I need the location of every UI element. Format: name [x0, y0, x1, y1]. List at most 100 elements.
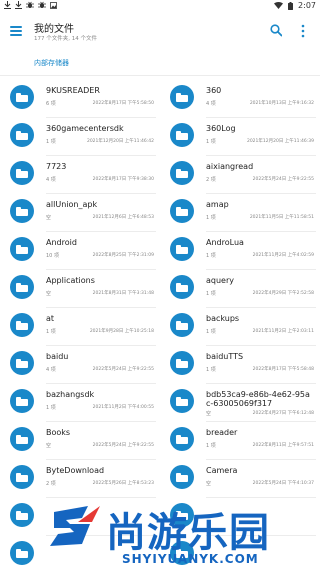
folder-icon: [10, 161, 34, 185]
file-modified-date: 2022年5月24日 上午9:22:55: [92, 443, 154, 448]
folder-icon: [10, 85, 34, 109]
download-icon: [15, 1, 22, 9]
file-item-count: 1 项: [206, 215, 216, 221]
file-name: aquery: [206, 276, 234, 285]
file-modified-date: 2021年11月2日 上午2:03:11: [252, 329, 314, 334]
file-modified-date: 2021年11月2日 下午4:00:55: [92, 405, 154, 410]
file-modified-date: 2021年9月28日 上午10:25:18: [89, 329, 154, 334]
file-item-count: 10 项: [46, 253, 59, 259]
app-bar: 我的文件 177 个文件夹, 14 个文件: [0, 12, 320, 52]
file-item[interactable]: ByteDownload 2 项 2022年5月26日 上午8:53:23: [0, 460, 160, 498]
file-item[interactable]: Applications 空 2021年8月31日 下午3:31:48: [0, 270, 160, 308]
status-notifications: [4, 1, 57, 9]
breadcrumb-internal-storage[interactable]: 内部存储器: [34, 58, 69, 68]
file-item-count: 1 项: [206, 329, 216, 335]
file-name: allUnion_apk: [46, 200, 98, 209]
file-modified-date: 2022年8月17日 下午5:58:48: [252, 367, 314, 372]
file-modified-date: 2021年10月13日 上午9:16:32: [249, 101, 314, 106]
file-item-count: 1 项: [206, 291, 216, 297]
download-icon: [4, 1, 11, 9]
battery-icon: [288, 1, 294, 10]
file-item[interactable]: Books 空 2022年5月24日 上午9:22:55: [0, 422, 160, 460]
file-name: bazhangsdk: [46, 390, 95, 399]
file-item[interactable]: aixiangread 2 项 2022年5月24日 上午9:22:55: [160, 156, 320, 194]
file-item-count: 空: [46, 215, 52, 221]
file-item[interactable]: 360 4 项 2021年10月13日 上午9:16:32: [160, 80, 320, 118]
folder-icon: [170, 161, 194, 185]
file-name: 7723: [46, 162, 67, 171]
file-name: AndroLua: [206, 238, 244, 247]
file-item[interactable]: bdb53ca9-e86b-4e62-95ac-63005069f317 空 202…: [160, 384, 320, 422]
file-modified-date: 2022年5月24日 下午4:10:37: [252, 481, 314, 486]
file-item-count: 1 项: [206, 443, 216, 449]
file-item[interactable]: bazhangsdk 1 项 2021年11月2日 下午4:00:55: [0, 384, 160, 422]
file-modified-date: 2021年12月20日 上午11:46:42: [86, 139, 154, 144]
watermark-title: 尚游乐园: [106, 510, 270, 556]
folder-icon: [10, 541, 34, 565]
folder-icon: [10, 351, 34, 375]
file-item[interactable]: amap 1 项 2021年11月5日 上午11:58:51: [160, 194, 320, 232]
status-bar: 2:07: [0, 0, 320, 12]
folder-icon: [170, 237, 194, 261]
file-item[interactable]: backups 1 项 2021年11月2日 上午2:03:11: [160, 308, 320, 346]
file-modified-date: 2022年4月29日 下午2:52:58: [252, 291, 314, 296]
file-item-count: 1 项: [206, 139, 216, 145]
file-item[interactable]: 360Log 1 项 2021年12月20日 上午11:46:39: [160, 118, 320, 156]
file-modified-date: 2021年11月5日 上午11:58:51: [249, 215, 314, 220]
file-name: Android: [46, 238, 77, 247]
file-item[interactable]: allUnion_apk 空 2021年12月6日 上午6:48:53: [0, 194, 160, 232]
file-item[interactable]: 9KUSREADER 6 项 2022年8月17日 下午5:58:50: [0, 80, 160, 118]
file-item[interactable]: breader 1 项 2022年8月11日 上午9:57:51: [160, 422, 320, 460]
file-name: aixiangread: [206, 162, 254, 171]
file-item-count: 空: [206, 481, 212, 487]
folder-icon: [170, 85, 194, 109]
file-item-count: 2 项: [206, 177, 216, 183]
file-modified-date: 2021年12月6日 上午6:48:53: [92, 215, 154, 220]
watermark-subtitle: SHYIYUANYK.COM: [122, 552, 259, 566]
search-icon[interactable]: [270, 24, 282, 38]
file-modified-date: 2022年8月17日 下午5:58:50: [92, 101, 154, 106]
file-modified-date: 2021年12月20日 上午11:46:39: [246, 139, 314, 144]
file-name: Books: [46, 428, 71, 437]
file-modified-date: 2022年5月24日 上午9:22:55: [252, 177, 314, 182]
folder-icon: [10, 275, 34, 299]
folder-icon: [170, 427, 194, 451]
file-name: at: [46, 314, 55, 323]
bug-icon: [26, 1, 34, 8]
file-item-count: 空: [46, 291, 52, 297]
folder-icon: [10, 503, 34, 527]
file-item[interactable]: at 1 项 2021年9月28日 上午10:25:18: [0, 308, 160, 346]
watermark: 尚游乐园 SHYIYUANYK.COM: [48, 500, 320, 568]
more-vert-icon[interactable]: [301, 24, 305, 38]
folder-icon: [170, 389, 194, 413]
file-modified-date: 2022年4月27日 下午6:12:48: [252, 411, 314, 416]
status-system: 2:07: [274, 1, 316, 10]
folder-icon: [170, 123, 194, 147]
file-item[interactable]: Android 10 项 2022年8月25日 下午2:31:09: [0, 232, 160, 270]
menu-icon[interactable]: [10, 26, 22, 36]
file-item[interactable]: 7723 4 项 2022年8月17日 下午9:38:30: [0, 156, 160, 194]
file-item-count: 2 项: [46, 481, 56, 487]
file-name: 360Log: [206, 124, 236, 133]
file-name: Camera: [206, 466, 238, 475]
file-item-count: 空: [46, 443, 52, 449]
file-item[interactable]: baiduTTS 1 项 2022年8月17日 下午5:58:48: [160, 346, 320, 384]
file-name: amap: [206, 200, 229, 209]
file-item[interactable]: AndroLua 1 项 2021年11月2日 上午4:02:59: [160, 232, 320, 270]
wifi-icon: [274, 2, 284, 9]
file-item[interactable]: baidu 4 项 2022年5月24日 上午9:22:55: [0, 346, 160, 384]
file-item-count: 6 项: [46, 101, 56, 107]
folder-icon: [10, 237, 34, 261]
folder-icon: [170, 465, 194, 489]
file-modified-date: 2022年8月25日 下午2:31:09: [92, 253, 154, 258]
folder-icon: [10, 199, 34, 223]
file-name: 360: [206, 86, 222, 95]
file-name: 360gamecentersdk: [46, 124, 124, 133]
file-name: 9KUSREADER: [46, 86, 100, 95]
file-item[interactable]: aquery 1 项 2022年4月29日 下午2:52:58: [160, 270, 320, 308]
folder-icon: [10, 465, 34, 489]
file-item[interactable]: Camera 空 2022年5月24日 下午4:10:37: [160, 460, 320, 498]
file-modified-date: 2021年11月2日 上午4:02:59: [252, 253, 314, 258]
file-item-count: 1 项: [46, 329, 56, 335]
file-item[interactable]: 360gamecentersdk 1 项 2021年12月20日 上午11:46:4…: [0, 118, 160, 156]
